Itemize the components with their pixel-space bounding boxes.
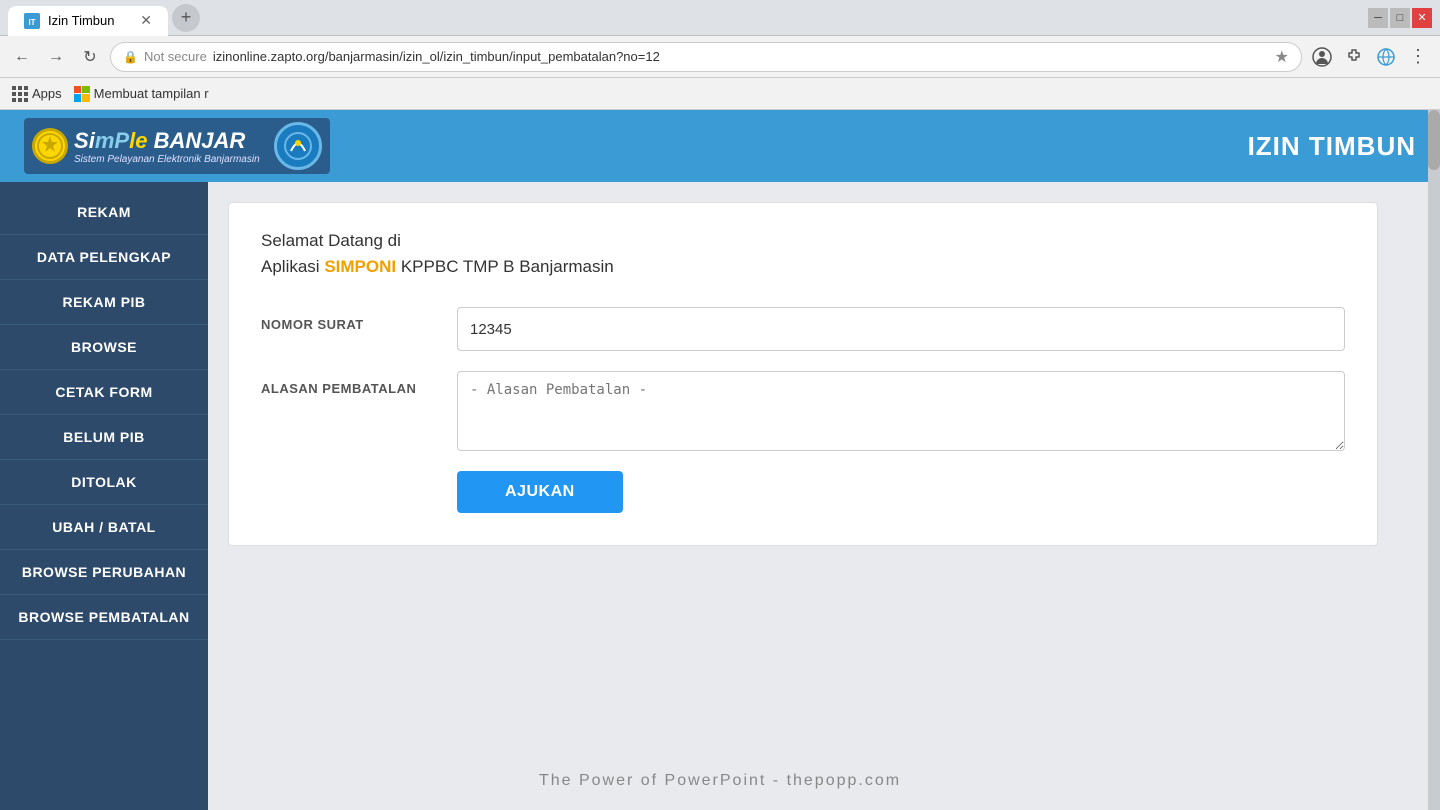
- welcome-text: Selamat Datang di: [261, 231, 1345, 251]
- form-card: Selamat Datang di Aplikasi SIMPONI KPPBC…: [228, 202, 1378, 546]
- sidebar-item-browse[interactable]: BROWSE: [0, 325, 208, 370]
- address-text[interactable]: izinonline.zapto.org/banjarmasin/izin_ol…: [213, 49, 1269, 64]
- tab-title: Izin Timbun: [48, 13, 114, 28]
- logo-badge: SimPle BANJAR Sistem Pelayanan Elektroni…: [24, 118, 330, 174]
- menu-button[interactable]: ⋮: [1404, 43, 1432, 71]
- security-icon: 🔒: [123, 50, 138, 64]
- submit-button[interactable]: AJUKAN: [457, 471, 623, 513]
- sidebar: REKAM DATA PELENGKAP REKAM PIB BROWSE CE…: [0, 182, 208, 810]
- extensions-button[interactable]: [1340, 43, 1368, 71]
- logo-tagline: Sistem Pelayanan Elektronik Banjarmasin: [74, 154, 260, 165]
- bookmark-icon[interactable]: ★: [1275, 47, 1289, 67]
- maximize-button[interactable]: □: [1390, 8, 1410, 28]
- sidebar-item-browse-pembatalan[interactable]: BROWSE PEMBATALAN: [0, 595, 208, 640]
- globe-icon: [1372, 43, 1400, 71]
- sidebar-item-browse-perubahan[interactable]: BROWSE PERUBAHAN: [0, 550, 208, 595]
- browser-toolbar: ← → ↻ 🔒 Not secure izinonline.zapto.org/…: [0, 36, 1440, 78]
- tab-close-button[interactable]: ✕: [140, 12, 152, 29]
- sidebar-item-rekam-pib[interactable]: REKAM PIB: [0, 280, 208, 325]
- browser-tab[interactable]: IT Izin Timbun ✕: [8, 6, 168, 36]
- logo-icon-right: [274, 122, 322, 170]
- sidebar-item-cetak-form[interactable]: CETAK FORM: [0, 370, 208, 415]
- sidebar-item-ubah-batal[interactable]: UBAH / BATAL: [0, 505, 208, 550]
- app-name-line: Aplikasi SIMPONI KPPBC TMP B Banjarmasin: [261, 257, 1345, 277]
- main-content: REKAM DATA PELENGKAP REKAM PIB BROWSE CE…: [0, 182, 1440, 810]
- header-logo: SimPle BANJAR Sistem Pelayanan Elektroni…: [24, 118, 330, 174]
- app-wrapper: SimPle BANJAR Sistem Pelayanan Elektroni…: [0, 110, 1440, 810]
- forward-button[interactable]: →: [42, 43, 70, 71]
- new-tab-button[interactable]: +: [172, 4, 200, 32]
- toolbar-icons: ⋮: [1308, 43, 1432, 71]
- profile-button[interactable]: [1308, 43, 1336, 71]
- footer-watermark: The Power of PowerPoint - thepopp.com: [539, 772, 901, 790]
- nomor-surat-row: NOMOR SURAT: [261, 307, 1345, 351]
- sidebar-item-belum-pib[interactable]: BELUM PIB: [0, 415, 208, 460]
- logo-sim-text: SimPle BANJAR: [74, 128, 260, 154]
- alasan-pembatalan-row: ALASAN PEMBATALAN: [261, 371, 1345, 451]
- content-panel: Selamat Datang di Aplikasi SIMPONI KPPBC…: [208, 182, 1440, 810]
- app-name-simponi: SIMPONI: [324, 257, 396, 276]
- bookmarks-bar: Apps Membuat tampilan r: [0, 78, 1440, 110]
- ms-icon: [74, 86, 90, 102]
- sidebar-item-rekam[interactable]: REKAM: [0, 190, 208, 235]
- page-scrollbar[interactable]: [1428, 110, 1440, 810]
- bookmarks-apps-link[interactable]: Apps: [12, 86, 62, 102]
- nomor-surat-input[interactable]: [457, 307, 1345, 351]
- address-bar[interactable]: 🔒 Not secure izinonline.zapto.org/banjar…: [110, 42, 1302, 72]
- browser-titlebar: IT Izin Timbun ✕ + ─ □ ✕: [0, 0, 1440, 36]
- back-button[interactable]: ←: [8, 43, 36, 71]
- apps-label: Apps: [32, 86, 62, 101]
- sidebar-item-data-pelengkap[interactable]: DATA PELENGKAP: [0, 235, 208, 280]
- apps-grid-icon: [12, 86, 28, 102]
- header-title: IZIN TIMBUN: [1248, 131, 1416, 162]
- alasan-pembatalan-label: ALASAN PEMBATALAN: [261, 371, 441, 396]
- app-header: SimPle BANJAR Sistem Pelayanan Elektroni…: [0, 110, 1440, 182]
- protocol-label: Not secure: [144, 49, 207, 64]
- page-scrollbar-thumb[interactable]: [1428, 110, 1440, 170]
- alasan-pembatalan-textarea[interactable]: [457, 371, 1345, 451]
- app-name-rest: KPPBC TMP B Banjarmasin: [396, 257, 614, 276]
- minimize-button[interactable]: ─: [1368, 8, 1388, 28]
- bookmarks-ms-label: Membuat tampilan r: [94, 86, 209, 101]
- window-controls: ─ □ ✕: [1368, 8, 1432, 28]
- bookmarks-ms-link[interactable]: Membuat tampilan r: [74, 86, 209, 102]
- submit-row: AJUKAN: [457, 471, 1345, 513]
- logo-text: SimPle BANJAR Sistem Pelayanan Elektroni…: [74, 128, 260, 165]
- logo-emblem: [32, 128, 68, 164]
- close-button[interactable]: ✕: [1412, 8, 1432, 28]
- app-name-aplikasi: Aplikasi: [261, 257, 324, 276]
- sidebar-item-ditolak[interactable]: DITOLAK: [0, 460, 208, 505]
- tab-favicon: IT: [24, 13, 40, 29]
- nomor-surat-label: NOMOR SURAT: [261, 307, 441, 332]
- svg-text:IT: IT: [28, 18, 35, 27]
- refresh-button[interactable]: ↻: [76, 43, 104, 71]
